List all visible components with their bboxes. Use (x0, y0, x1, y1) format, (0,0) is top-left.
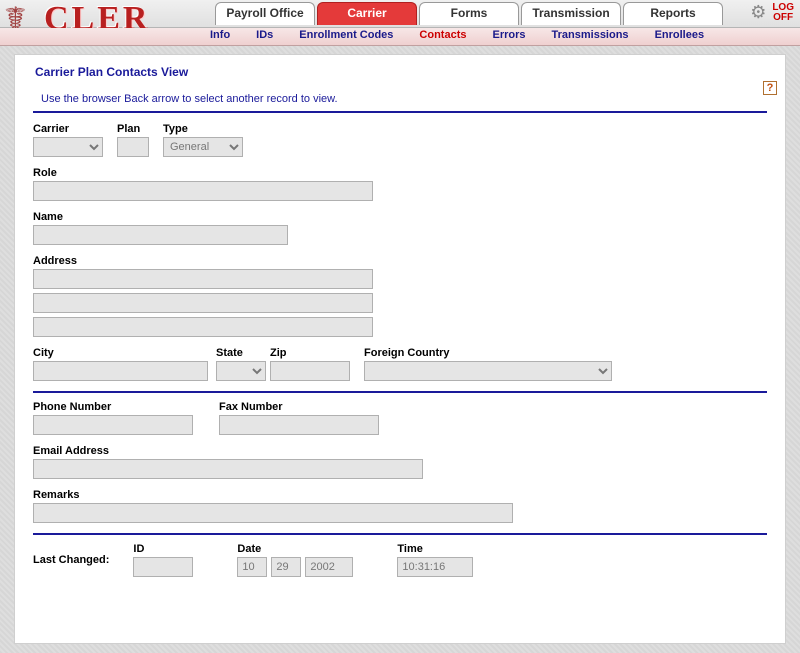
name-input[interactable] (33, 225, 288, 245)
phone-input[interactable] (33, 415, 193, 435)
foreign-country-select[interactable] (364, 361, 612, 381)
logoff-line1: LOG (772, 3, 794, 13)
tab-forms[interactable]: Forms (419, 2, 519, 25)
logoff-line2: OFF (772, 13, 794, 23)
divider (33, 533, 767, 535)
address-line2-input[interactable] (33, 293, 373, 313)
instruction-text: Use the browser Back arrow to select ano… (41, 93, 767, 105)
main-tabs: Payroll Office Carrier Forms Transmissio… (215, 2, 723, 25)
tab-payroll-office[interactable]: Payroll Office (215, 2, 315, 25)
divider (33, 391, 767, 393)
tab-reports[interactable]: Reports (623, 2, 723, 25)
email-input[interactable] (33, 459, 423, 479)
help-icon[interactable]: ? (763, 81, 777, 95)
label-last-changed: Last Changed: (33, 554, 109, 566)
label-name: Name (33, 211, 767, 223)
type-select[interactable]: General (163, 137, 243, 157)
label-plan: Plan (117, 123, 149, 135)
label-fax: Fax Number (219, 401, 379, 413)
subnav-errors[interactable]: Errors (492, 29, 525, 41)
date-mm-input[interactable] (237, 557, 267, 577)
address-line1-input[interactable] (33, 269, 373, 289)
label-zip: Zip (270, 347, 350, 359)
label-remarks: Remarks (33, 489, 767, 501)
subnav-ids[interactable]: IDs (256, 29, 273, 41)
top-right-controls: ⚙ LOG OFF (750, 2, 794, 23)
address-line3-input[interactable] (33, 317, 373, 337)
label-type: Type (163, 123, 243, 135)
label-role: Role (33, 167, 767, 179)
label-time: Time (397, 543, 473, 555)
log-off-button[interactable]: LOG OFF (772, 3, 794, 23)
carrier-select[interactable] (33, 137, 103, 157)
subnav-contacts[interactable]: Contacts (419, 29, 466, 41)
sub-nav: Info IDs Enrollment Codes Contacts Error… (0, 28, 800, 46)
last-changed-id-input[interactable] (133, 557, 193, 577)
subnav-enrollees[interactable]: Enrollees (655, 29, 705, 41)
zip-input[interactable] (270, 361, 350, 381)
tab-carrier[interactable]: Carrier (317, 2, 417, 25)
page-title: Carrier Plan Contacts View (35, 65, 767, 79)
label-phone: Phone Number (33, 401, 193, 413)
gear-icon[interactable]: ⚙ (750, 2, 766, 23)
remarks-input[interactable] (33, 503, 513, 523)
label-date: Date (237, 543, 353, 555)
top-bar: ☤ CLER Payroll Office Carrier Forms Tran… (0, 0, 800, 28)
label-email: Email Address (33, 445, 767, 457)
state-select[interactable] (216, 361, 266, 381)
subnav-transmissions[interactable]: Transmissions (552, 29, 629, 41)
label-id: ID (133, 543, 193, 555)
label-state: State (216, 347, 266, 359)
main-panel: Carrier Plan Contacts View ? Use the bro… (14, 54, 786, 644)
date-yyyy-input[interactable] (305, 557, 353, 577)
time-input[interactable] (397, 557, 473, 577)
divider (33, 111, 767, 113)
label-carrier: Carrier (33, 123, 103, 135)
city-input[interactable] (33, 361, 208, 381)
subnav-info[interactable]: Info (210, 29, 230, 41)
subnav-enrollment[interactable]: Enrollment Codes (299, 29, 393, 41)
tab-transmission[interactable]: Transmission (521, 2, 621, 25)
role-input[interactable] (33, 181, 373, 201)
date-dd-input[interactable] (271, 557, 301, 577)
plan-input[interactable] (117, 137, 149, 157)
label-address: Address (33, 255, 767, 267)
label-city: City (33, 347, 208, 359)
label-foreign: Foreign Country (364, 347, 612, 359)
fax-input[interactable] (219, 415, 379, 435)
